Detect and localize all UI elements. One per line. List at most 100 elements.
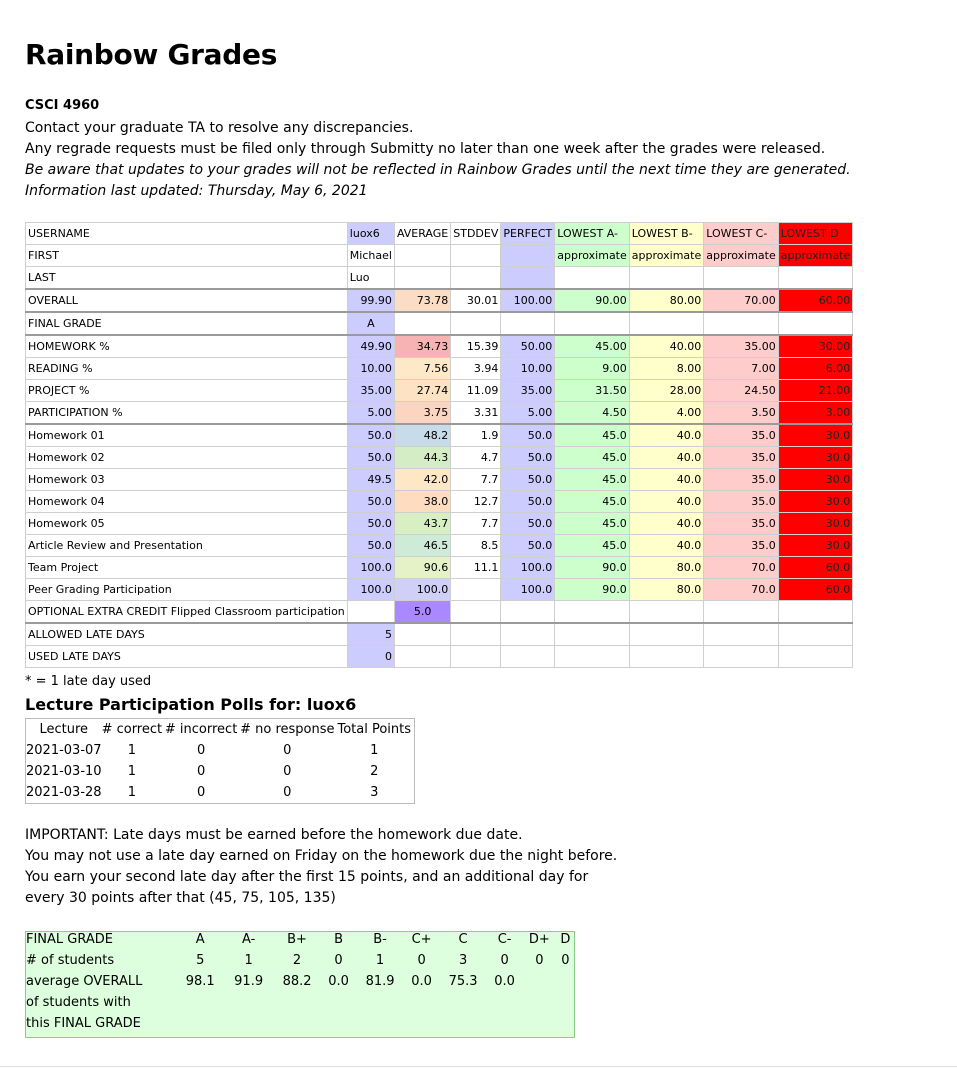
grade-cell: 100.0 [500,578,556,601]
grade-cell: 30.0 [777,468,854,491]
grade-cell: 48.2 [393,423,452,447]
grade-cell [703,622,779,646]
grade-cell: approximate [628,244,705,267]
grade-percent-row: HOMEWORK % 49.90 34.73 15.39 50.00 45.00 40.00… [25,334,854,358]
grade-item-row: OPTIONAL EXTRA CREDIT Flipped Classroom … [25,600,854,624]
grade-cell [777,311,854,336]
grade-overall-row: OVERALL 99.90 73.78 30.01 100.00 90.00 80.00 70… [25,288,854,313]
grade-item-row: Homework 03 49.5 42.0 7.7 50.0 45.0 40.0 35.0 30… [25,468,854,491]
grade-cell: 6.00 [777,357,854,380]
distribution-cell [356,1016,404,1038]
poll-value: 0 [283,743,292,758]
grade-cell: 40.0 [628,490,705,513]
grade-cell: 35.0 [703,490,779,513]
grade-item-row: Homework 02 50.0 44.3 4.7 50.0 45.0 40.0 35.0 30… [25,446,854,469]
grade-cell: 8.5 [450,534,502,557]
grade-row-label: ALLOWED LATE DAYS [25,622,348,646]
grade-cell: 5.00 [346,401,395,425]
grade-cell [450,622,502,646]
grade-cell: 50.0 [500,490,556,513]
grade-cell: 50.0 [500,468,556,491]
grade-cell: 60.0 [777,578,854,601]
grade-cell: 100.0 [500,556,556,579]
distribution-cell [522,995,557,1016]
grade-cell: 35.0 [703,512,779,535]
grade-cell [393,311,452,336]
grade-cell: approximate [703,244,779,267]
grade-cell: 8.00 [628,357,705,380]
grade-cell: LOWEST D [777,222,854,245]
info-line: Contact your graduate TA to resolve any … [25,120,414,136]
grade-cell: 90.00 [554,288,630,313]
distribution-cell: 88.2 [282,974,312,989]
grade-header-row: USERNAME luox6 AVERAGE STDDEV PERFECT LOWEST … [25,222,854,245]
distribution-label: of students with [26,995,131,1010]
distribution-row: average OVERALL 98.1 91.9 88.2 0.0 81.9 0.0 75.… [26,974,575,995]
polls-heading: Lecture Participation Polls for: luox6 [25,695,357,714]
page-title: Rainbow Grades [25,38,278,71]
grade-cell [500,600,556,624]
distribution-cell: B+ [287,932,307,947]
grade-cell: 100.0 [393,578,452,601]
grade-cell: 4.7 [450,446,502,469]
grade-cell [450,266,502,290]
grade-cell: 7.56 [393,357,452,380]
grade-cell: 44.3 [393,446,452,469]
poll-date: 2021-03-28 [26,785,102,800]
distribution-cell: 0.0 [411,974,432,989]
distribution-row: of students with [26,995,575,1016]
grade-cell: 35.0 [703,468,779,491]
info-block: Contact your graduate TA to resolve any … [25,118,851,202]
polls-table: Lecture # correct # incorrect # no respo… [25,718,416,804]
distribution-cell: D+ [528,932,550,947]
grade-item-row: Homework 04 50.0 38.0 12.7 50.0 45.0 40.0 35.0 3… [25,490,854,513]
grade-row-label: Homework 02 [25,446,348,469]
grade-cell [500,266,556,290]
late-day-info: IMPORTANT: Late days must be earned befo… [25,825,617,909]
grade-cell: 80.0 [628,556,705,579]
grade-cell: 40.0 [628,446,705,469]
grade-cell: 5.00 [500,401,556,425]
grade-cell: 3.94 [450,357,502,380]
grade-cell: 38.0 [393,490,452,513]
grade-cell: 60.0 [777,556,854,579]
distribution-row: # of students 5 1 2 0 1 0 3 0 0 0 [26,953,575,974]
grade-cell: 50.00 [500,334,556,358]
grade-cell: 70.0 [703,556,779,579]
grade-cell: 27.74 [393,379,452,402]
distribution-label: this FINAL GRADE [26,1016,141,1031]
grade-cell: 100.0 [346,578,395,601]
grade-cell: 60.00 [777,288,854,313]
final-grade-row: FINAL GRADE A [25,311,854,336]
grade-cell: 45.0 [554,490,630,513]
grade-cell: 40.0 [628,423,705,447]
distribution-cell [273,1016,321,1038]
grade-cell: 31.50 [554,379,630,402]
grade-cell: 99.90 [346,288,395,313]
distribution-cell [404,995,439,1016]
distribution-cell [224,995,272,1016]
grade-cell: 15.39 [450,334,502,358]
grade-cell [777,622,854,646]
grade-cell: 35.00 [500,379,556,402]
grade-cell: 73.78 [393,288,452,313]
distribution-cell: 1 [244,953,253,968]
grade-cell: LOWEST A- [554,222,630,245]
grade-cell: Michael [346,244,395,267]
grade-cell: 28.00 [628,379,705,402]
grade-cell: 49.5 [346,468,395,491]
late-day-note: * = 1 late day used [25,674,152,689]
grade-cell: 90.0 [554,556,630,579]
polls-col-header: # no response [240,722,335,737]
distribution-cell [487,995,522,1016]
distribution-cell: 81.9 [365,974,395,989]
grade-cell: 70.00 [703,288,779,313]
grade-cell [554,266,630,290]
grade-row-label: OVERALL [25,288,348,313]
grade-cell [393,622,452,646]
grade-cell: 7.7 [450,512,502,535]
distribution-cell [439,995,487,1016]
distribution-cell [557,974,575,995]
grade-cell: 4.50 [554,401,630,425]
grade-row-label: FIRST [25,244,348,267]
